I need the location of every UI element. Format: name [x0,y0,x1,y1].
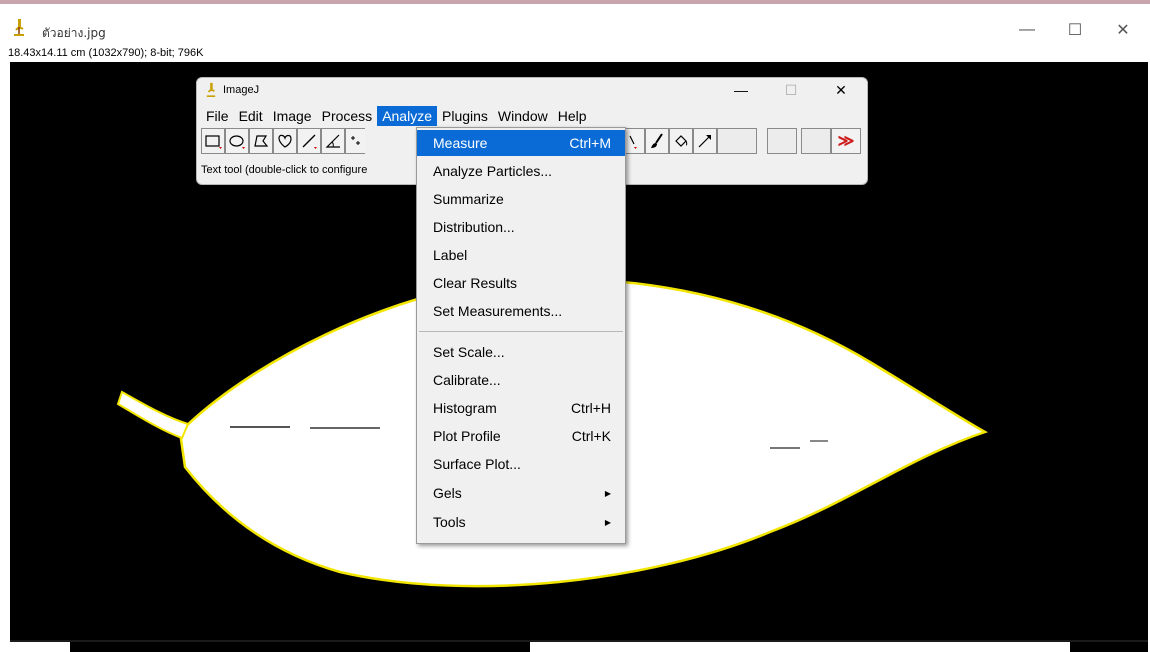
arrow-tool-button[interactable] [693,128,717,154]
menu-item-label[interactable]: Label [417,242,625,268]
menu-file[interactable]: File [201,106,234,126]
dropper-tool-button[interactable] [625,128,645,154]
maximize-button[interactable]: ☐ [1060,18,1090,42]
empty-tool-slot[interactable] [717,128,757,154]
line-tool-button[interactable] [297,128,321,154]
menu-item-analyze-particles[interactable]: Analyze Particles... [417,158,625,184]
menu-item-summarize[interactable]: Summarize [417,186,625,212]
menu-item-set-measurements[interactable]: Set Measurements... [417,298,625,324]
status-text: Text tool (double-click to configure [201,164,368,176]
empty-tool-slot[interactable] [767,128,797,154]
menu-item-set-scale[interactable]: Set Scale... [417,339,625,365]
brush-icon [651,133,663,148]
chevron-down-icon [628,135,637,149]
angle-tool-button[interactable] [321,128,345,154]
menu-item-calibrate[interactable]: Calibrate... [417,367,625,393]
image-window-titlebar[interactable]: ตัวอย่าง.jpg — ☐ ✕ [0,4,1150,46]
angle-icon [325,134,340,148]
menu-item-histogram[interactable]: Histogram Ctrl+H [417,395,625,421]
arrow-icon [698,135,711,148]
microscope-icon [14,19,24,36]
menu-window[interactable]: Window [493,106,553,126]
menu-edit[interactable]: Edit [234,106,268,126]
line-icon [302,134,317,149]
brush-tool-button[interactable] [645,128,669,154]
menu-item-distribution[interactable]: Distribution... [417,214,625,240]
menu-item-measure[interactable]: Measure Ctrl+M [417,130,625,156]
menu-item-tools[interactable]: Tools ▶ [417,509,625,535]
imagej-titlebar[interactable]: ImageJ — ☐ ✕ [197,78,867,102]
menu-image[interactable]: Image [268,106,317,126]
menu-help[interactable]: Help [553,106,592,126]
menu-item-clear-results[interactable]: Clear Results [417,270,625,296]
oval-icon [229,135,245,149]
menu-separator [419,331,623,332]
menu-plugins[interactable]: Plugins [437,106,493,126]
imagej-minimize-button[interactable]: — [727,80,755,100]
flood-fill-tool-button[interactable] [669,128,693,154]
imagej-close-button[interactable]: ✕ [827,80,855,100]
rectangle-icon [205,135,222,149]
minimize-button[interactable]: — [1012,18,1042,42]
window-title: ตัวอย่าง.jpg [42,26,106,40]
polygon-icon [254,135,269,147]
menu-item-gels[interactable]: Gels ▶ [417,480,625,506]
more-tools-button[interactable]: ≫ [831,128,861,154]
point-tool-button[interactable] [345,128,365,154]
imagej-menubar: File Edit Image Process Analyze Plugins … [197,106,867,126]
polygon-tool-button[interactable] [249,128,273,154]
menu-item-plot-profile[interactable]: Plot Profile Ctrl+K [417,423,625,449]
paint-bucket-icon [675,135,688,147]
menu-item-surface-plot[interactable]: Surface Plot... [417,451,625,477]
chevron-right-icon: ▶ [604,517,611,527]
menu-process[interactable]: Process [317,106,378,126]
image-info: 18.43x14.11 cm (1032x790); 8-bit; 796K [8,47,204,59]
close-button[interactable]: ✕ [1108,18,1138,42]
empty-tool-slot[interactable] [801,128,831,154]
microscope-icon [206,82,216,97]
rectangle-tool-button[interactable] [201,128,225,154]
leaf-stem [116,390,190,440]
imagej-title: ImageJ [223,84,260,96]
freehand-icon [278,134,292,148]
menu-analyze[interactable]: Analyze [377,106,437,126]
freehand-tool-button[interactable] [273,128,297,154]
imagej-maximize-button[interactable]: ☐ [777,80,805,100]
analyze-dropdown-menu: Measure Ctrl+M Analyze Particles... Summ… [416,127,626,544]
point-icon [350,136,360,145]
double-chevron-right-icon: ≫ [837,133,855,150]
oval-tool-button[interactable] [225,128,249,154]
chevron-right-icon: ▶ [604,488,611,498]
